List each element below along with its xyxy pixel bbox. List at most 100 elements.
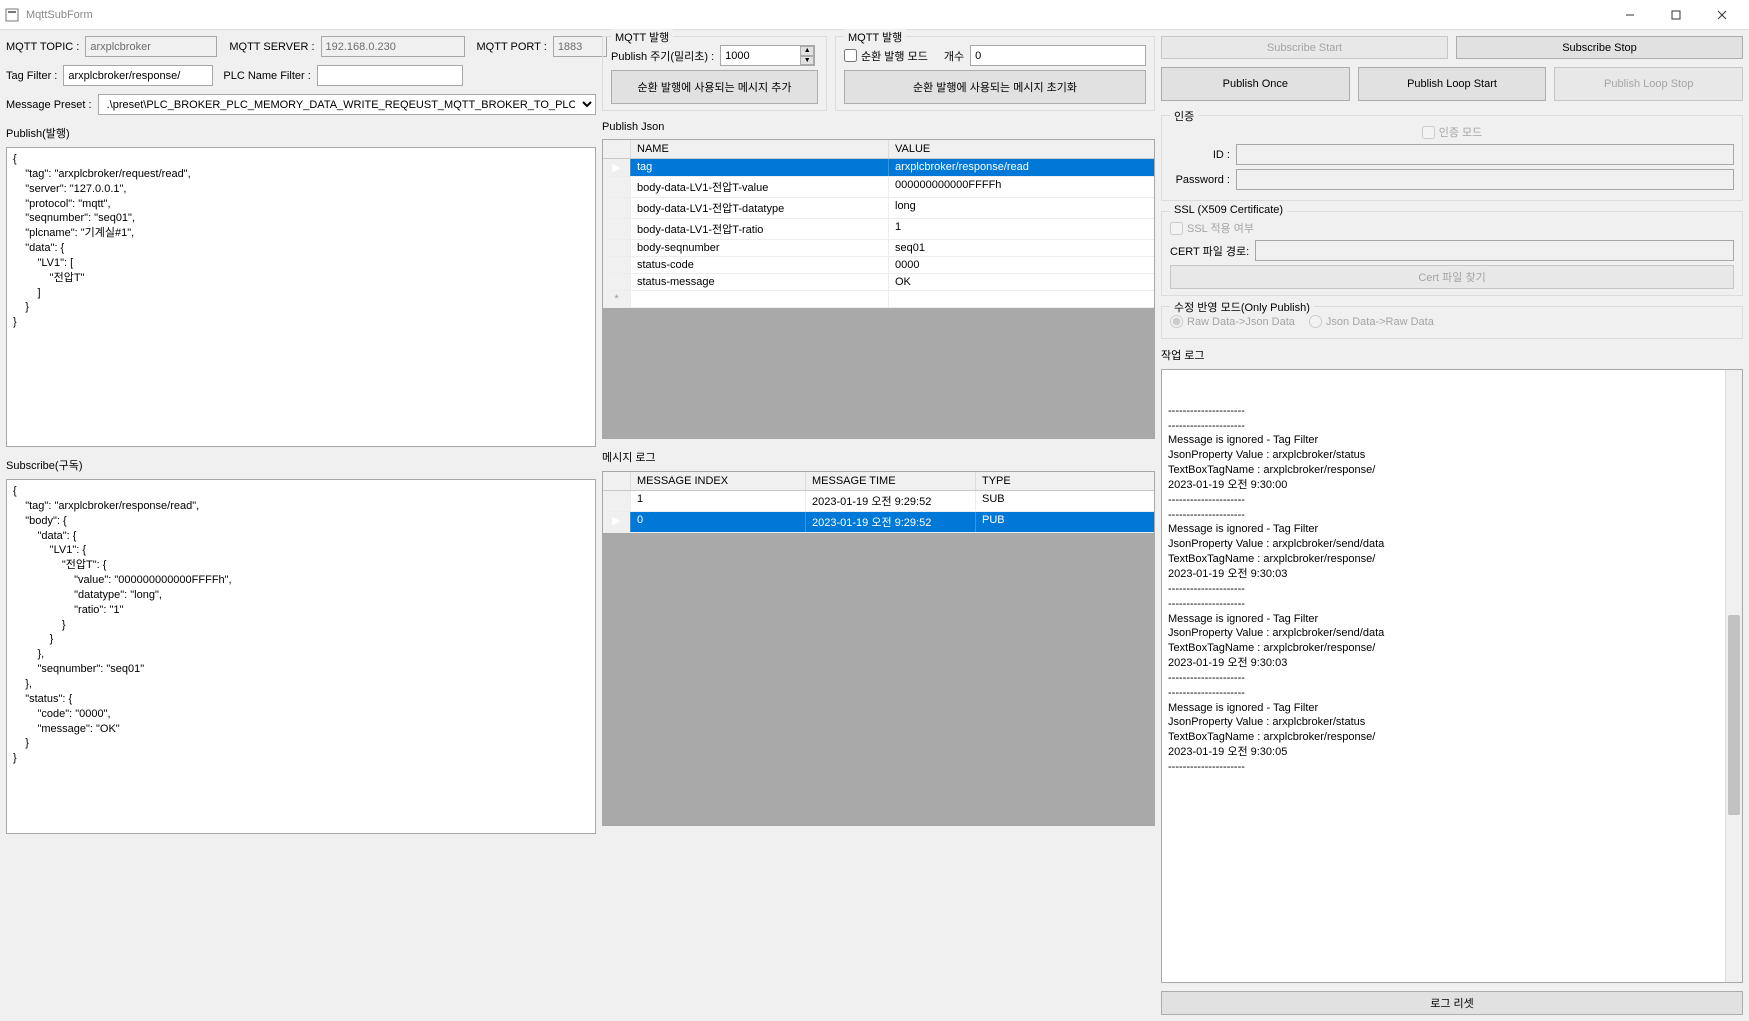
json-cell-name[interactable]: status-code: [631, 257, 889, 273]
window-title: MqttSubForm: [26, 9, 1607, 21]
json-cell-value[interactable]: arxplcbroker/response/read: [889, 159, 1154, 176]
add-loop-message-button[interactable]: 순환 발행에 사용되는 메시지 추가: [611, 70, 818, 104]
publish-period-updown[interactable]: ▲▼: [720, 45, 815, 66]
json-grid-header-value: VALUE: [889, 140, 1154, 158]
close-button[interactable]: [1699, 0, 1745, 30]
mqtt-topic-input: [85, 36, 217, 57]
mqtt-port-label: MQTT PORT :: [477, 41, 547, 53]
json-cell-value[interactable]: OK: [889, 274, 1154, 290]
reflect-group-title: 수정 반영 모드(Only Publish): [1170, 299, 1314, 315]
msg-grid-header-type: TYPE: [976, 472, 1154, 490]
ssl-apply-checkbox-label: SSL 적용 여부: [1170, 220, 1254, 236]
row-header: [603, 491, 631, 511]
auth-mode-checkbox: [1422, 126, 1435, 139]
json-grid-row[interactable]: ▶tagarxplcbroker/response/read: [603, 159, 1154, 177]
json-cell-name[interactable]: body-data-LV1-전압T-datatype: [631, 198, 889, 218]
json-cell-value[interactable]: 0000: [889, 257, 1154, 273]
row-header: [603, 177, 631, 197]
row-header: ▶: [603, 512, 631, 532]
msg-grid-header-index: MESSAGE INDEX: [631, 472, 806, 490]
json-cell-value[interactable]: long: [889, 198, 1154, 218]
message-log-label: 메시지 로그: [602, 449, 1155, 465]
json-cell-value[interactable]: 000000000000FFFFh: [889, 177, 1154, 197]
row-header: [603, 240, 631, 256]
json-grid-new-row[interactable]: *: [603, 291, 1154, 308]
auth-id-input: [1236, 144, 1734, 165]
auth-pw-input: [1236, 169, 1734, 190]
publish-json-label: Publish Json: [602, 121, 1155, 133]
publish-group-title: MQTT 발행: [611, 29, 673, 45]
message-log-grid[interactable]: MESSAGE INDEX MESSAGE TIME TYPE 12023-01…: [602, 471, 1155, 826]
maximize-button[interactable]: [1653, 0, 1699, 30]
json-cell-name[interactable]: body-data-LV1-전압T-ratio: [631, 219, 889, 239]
tag-filter-label: Tag Filter :: [6, 70, 57, 82]
json-cell-value[interactable]: 1: [889, 219, 1154, 239]
subscribe-start-button: Subscribe Start: [1161, 36, 1448, 59]
subscribe-stop-button[interactable]: Subscribe Stop: [1456, 36, 1743, 59]
msg-cell-type[interactable]: PUB: [976, 512, 1154, 532]
reset-loop-message-button[interactable]: 순환 발행에 사용되는 메시지 초기화: [844, 70, 1146, 104]
reflect-opt1-label: Raw Data->Json Data: [1170, 315, 1295, 328]
cert-path-input: [1255, 240, 1734, 261]
publish-json-grid[interactable]: NAME VALUE ▶tagarxplcbroker/response/rea…: [602, 139, 1155, 439]
json-cell-name[interactable]: status-message: [631, 274, 889, 290]
row-header: [603, 257, 631, 273]
msg-cell-index[interactable]: 1: [631, 491, 806, 511]
scrollbar-thumb[interactable]: [1728, 615, 1740, 815]
app-icon: [4, 7, 20, 23]
auth-group-title: 인증: [1170, 108, 1198, 124]
msg-cell-time[interactable]: 2023-01-19 오전 9:29:52: [806, 491, 976, 511]
publish-loop-start-button[interactable]: Publish Loop Start: [1358, 67, 1547, 101]
json-grid-row[interactable]: status-messageOK: [603, 274, 1154, 291]
log-reset-button[interactable]: 로그 리셋: [1161, 991, 1743, 1015]
json-grid-row[interactable]: body-seqnumberseq01: [603, 240, 1154, 257]
msg-cell-index[interactable]: 0: [631, 512, 806, 532]
json-cell-name[interactable]: body-seqnumber: [631, 240, 889, 256]
row-header: [603, 198, 631, 218]
row-header: [603, 274, 631, 290]
json-cell-name[interactable]: body-data-LV1-전압T-value: [631, 177, 889, 197]
scrollbar[interactable]: [1725, 370, 1742, 982]
json-cell-name[interactable]: tag: [631, 159, 889, 176]
auth-id-label: ID :: [1170, 149, 1230, 161]
json-cell-value[interactable]: seq01: [889, 240, 1154, 256]
subscribe-section-label: Subscribe(구독): [6, 457, 596, 473]
publish-textarea[interactable]: [6, 147, 596, 447]
row-header: ▶: [603, 159, 631, 176]
subscribe-textarea[interactable]: [6, 479, 596, 834]
loop-mode-checkbox-label[interactable]: 순환 발행 모드: [844, 48, 928, 64]
auth-pw-label: Password :: [1170, 174, 1230, 186]
msg-grid-row[interactable]: ▶02023-01-19 오전 9:29:52PUB: [603, 512, 1154, 533]
publish-period-label: Publish 주기(밀리초) :: [611, 48, 714, 64]
loop-mode-checkbox[interactable]: [844, 49, 857, 62]
mqtt-server-input: [321, 36, 465, 57]
publish-once-button[interactable]: Publish Once: [1161, 67, 1350, 101]
mqtt-topic-label: MQTT TOPIC :: [6, 41, 79, 53]
mqtt-server-label: MQTT SERVER :: [229, 41, 314, 53]
json-grid-row[interactable]: body-data-LV1-전압T-value000000000000FFFFh: [603, 177, 1154, 198]
publish-section-label: Publish(발행): [6, 125, 596, 141]
reflect-opt1-radio: [1170, 315, 1183, 328]
ssl-apply-checkbox: [1170, 222, 1183, 235]
auth-mode-checkbox-label: 인증 모드: [1422, 124, 1483, 140]
msg-grid-row[interactable]: 12023-01-19 오전 9:29:52SUB: [603, 491, 1154, 512]
tag-filter-input[interactable]: [63, 65, 213, 86]
json-grid-header-name: NAME: [631, 140, 889, 158]
spin-up-icon[interactable]: ▲: [800, 46, 814, 56]
msg-cell-time[interactable]: 2023-01-19 오전 9:29:52: [806, 512, 976, 532]
work-log-textarea[interactable]: --------------------- ------------------…: [1161, 369, 1743, 983]
message-preset-select[interactable]: .\preset\PLC_BROKER_PLC_MEMORY_DATA_WRIT…: [98, 94, 596, 115]
message-preset-label: Message Preset :: [6, 99, 92, 111]
plc-name-filter-input[interactable]: [317, 65, 463, 86]
json-grid-row[interactable]: body-data-LV1-전압T-datatypelong: [603, 198, 1154, 219]
new-row-marker: *: [603, 291, 631, 307]
loop-count-input[interactable]: [970, 45, 1146, 66]
json-grid-row[interactable]: status-code0000: [603, 257, 1154, 274]
titlebar: MqttSubForm: [0, 0, 1749, 30]
msg-grid-header-time: MESSAGE TIME: [806, 472, 976, 490]
plc-name-filter-label: PLC Name Filter :: [223, 70, 310, 82]
minimize-button[interactable]: [1607, 0, 1653, 30]
json-grid-row[interactable]: body-data-LV1-전압T-ratio1: [603, 219, 1154, 240]
spin-down-icon[interactable]: ▼: [800, 56, 814, 66]
msg-cell-type[interactable]: SUB: [976, 491, 1154, 511]
